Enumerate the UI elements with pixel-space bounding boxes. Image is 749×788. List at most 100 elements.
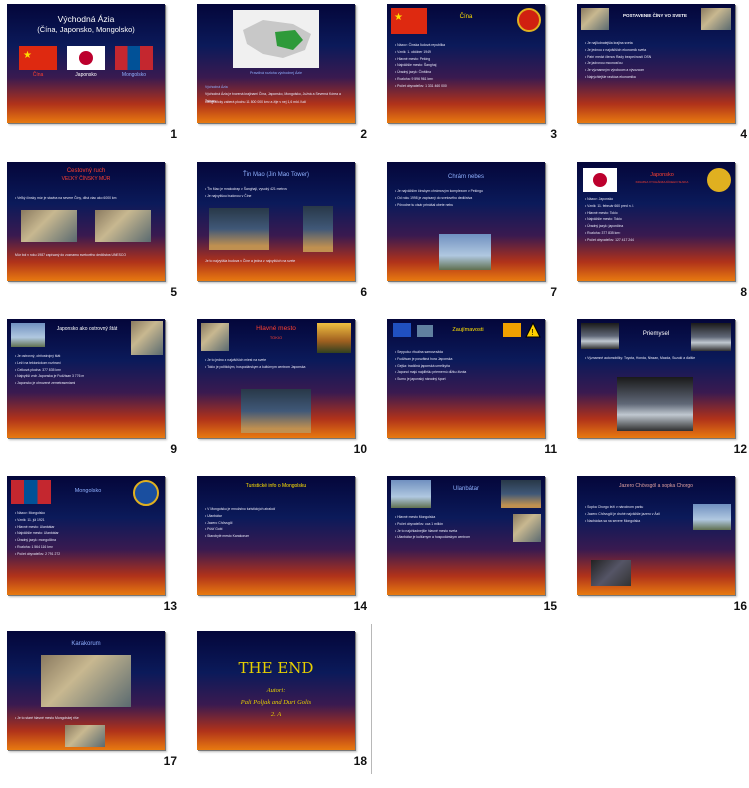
- slide-title: Japonsko ako ostrovný štát: [56, 326, 118, 332]
- photo-image: [701, 8, 731, 30]
- slide-canvas: ★ Čína Názov: Čínska ľudová republikaVzn…: [387, 4, 545, 123]
- slide-number: 2: [360, 127, 367, 141]
- mount-fuji-image: [11, 323, 45, 347]
- slide-canvas: Japonsko ako ostrovný štát Je ostrovný, …: [7, 319, 165, 438]
- slide-title: Jazero Chövsgöl a sopka Chorgo: [619, 483, 693, 489]
- bullet-list: V Mongolsku je množstvo turistických atr…: [205, 506, 350, 540]
- slide-subtitle: (Čína, Japonsko, Mongolsko): [37, 25, 135, 34]
- mongolia-flag-icon: [11, 480, 51, 504]
- mongolia-flag-icon: [115, 46, 153, 70]
- authors-class: 2. A: [270, 711, 282, 718]
- slide-footer: Je to najvyššia budova v Číne a jedna z …: [205, 259, 296, 263]
- slide-number: 12: [733, 442, 747, 456]
- car-image: [691, 323, 731, 351]
- photo-image: [417, 325, 433, 337]
- slide-canvas: THE END Autori: Pali Poljak and Duri Gol…: [197, 631, 355, 750]
- slide-number: 8: [740, 285, 747, 299]
- slide-number: 5: [170, 285, 177, 299]
- photo-image: [503, 323, 521, 337]
- bullet-list: Veľký čínsky múr je stavba na severe Čín…: [15, 195, 160, 202]
- slide-title: Turistické info o Mongolsku: [245, 483, 307, 489]
- slide-heading: Východná Ázia: [205, 85, 228, 89]
- slide-canvas: Ulanbátar Hlavné mesto MongolskaPočet ob…: [387, 476, 545, 595]
- warning-icon: !: [525, 321, 541, 338]
- monastery-image: [65, 725, 105, 747]
- label-japan: Japonsko: [75, 72, 97, 78]
- bullet-list: Je najväčším čínskym chrámovým komplexom…: [395, 188, 540, 208]
- china-flag-icon: ★: [391, 8, 427, 34]
- imperial-seal-icon: [707, 168, 731, 192]
- slide-canvas: Východná Ázia (Čína, Japonsko, Mongolsko…: [7, 4, 165, 123]
- slide-subtitle: KRAJINA VYCHÁDZAJÚCEHO SLNKA: [635, 180, 689, 184]
- slide-title: POSTAVENIE ČÍNY VO SVETE: [622, 13, 687, 18]
- svg-text:!: !: [532, 328, 534, 337]
- volcano-image: [693, 504, 731, 530]
- tokyo-city-image: [241, 389, 311, 433]
- slide-subtitle: VEĽKÝ ČÍNSKY MÚR: [61, 176, 111, 182]
- slide-number: 18: [353, 754, 367, 768]
- svg-text:★: ★: [23, 50, 32, 61]
- svg-text:★: ★: [394, 12, 403, 23]
- city-image: [501, 480, 541, 508]
- slide-canvas: Zaujímavosti ! Seppuku: rituálna samovra…: [387, 319, 545, 438]
- slide-number: 14: [353, 599, 367, 613]
- slide-canvas: Hlavné mesto TOKIO Je to jedno z najväčš…: [197, 319, 355, 438]
- label-mongolia: Mongolsko: [121, 72, 147, 78]
- slide-subtitle: TOKIO: [269, 335, 283, 340]
- insertion-cursor: [371, 624, 372, 774]
- slide-number: 15: [543, 599, 557, 613]
- karakorum-image: [41, 655, 131, 707]
- temple-of-heaven-image: [439, 234, 491, 270]
- slide-title: Ťin Mao (Jin Mao Tower): [243, 172, 309, 178]
- bullet-list: Názov: Čínska ľudová republikaVznik: 1. …: [395, 42, 540, 90]
- bullet-list: Názov: JaponskoVznik: 11. február 660 pr…: [585, 196, 730, 244]
- bullet-list: Seppuku: rituálna samovraždaFudžisan je …: [395, 349, 540, 383]
- china-emblem-icon: [517, 8, 541, 32]
- slide-number: 16: [733, 599, 747, 613]
- slide-number: 13: [163, 599, 177, 613]
- sports-car-image: [617, 377, 693, 431]
- slide-title: Východná Ázia: [57, 14, 115, 24]
- bullet-list: Je to staré hlavné mesto Mongolskej ríše: [15, 715, 160, 722]
- slide-title: Chrám nebes: [447, 174, 485, 180]
- slide-footer: Múr bol v roku 1987 zapísaný do zoznamu …: [15, 253, 127, 257]
- slide-number: 7: [550, 285, 557, 299]
- ulaanbaatar-image: [391, 480, 431, 508]
- bullet-list: Významné automobilky: Toyota, Honda, Nis…: [585, 355, 730, 362]
- slide-number: 4: [740, 127, 747, 141]
- photo-image: [131, 321, 163, 355]
- bullet-list: Hlavné mesto MongolskaPočet obyvateľov: …: [395, 514, 510, 541]
- japan-flag-icon: [67, 46, 105, 70]
- bullet-list: Je ostrovný, ohňostrojný štátLeží na tek…: [15, 353, 160, 387]
- car-image: [581, 323, 619, 349]
- slide-title: Priemysel: [642, 331, 670, 337]
- authors-names: Pali Poljak and Duri Golis: [240, 699, 312, 706]
- photo-image: [581, 8, 609, 30]
- slide-number: 10: [353, 442, 367, 456]
- slide-title: Zaujímavosti: [452, 327, 484, 333]
- slide-number: 3: [550, 127, 557, 141]
- slide-canvas: Jazero Chövsgöl a sopka Chorgo Sopka Cho…: [577, 476, 735, 595]
- japan-flag-icon: [583, 168, 617, 192]
- slide-text-2: Geograficky zaberá plochu 11 800 000 km²…: [205, 100, 307, 104]
- temple-image: [317, 323, 351, 353]
- slide-canvas: POSTAVENIE ČÍNY VO SVETE Je najľudnatejš…: [577, 4, 735, 123]
- jin-mao-tower-image: [209, 208, 269, 250]
- slide-title: Cestovný ruch: [66, 168, 106, 174]
- authors-heading: Autori:: [266, 687, 286, 694]
- great-wall-image: [21, 210, 77, 242]
- slide-title: Ulanbátar: [452, 486, 479, 492]
- slide-canvas: Japonsko KRAJINA VYCHÁDZAJÚCEHO SLNKA Ná…: [577, 162, 735, 281]
- bullet-list: Je to jedno z najväčších miest na sveteT…: [205, 357, 350, 371]
- slide-number: 9: [170, 442, 177, 456]
- slide-title: Čína: [459, 14, 473, 20]
- building-icon: [393, 323, 411, 337]
- slide-number: 17: [163, 754, 177, 768]
- slide-canvas: Cestovný ruch VEĽKÝ ČÍNSKY MÚR Veľký čín…: [7, 162, 165, 281]
- asia-map-image: [233, 10, 319, 68]
- bullet-list: Sopka Chorgo leží v národnom parkuJazero…: [585, 504, 690, 524]
- map-caption: Pravdivá rozloha východnej Ázie: [250, 71, 302, 75]
- slide-canvas: Turistické info o Mongolsku V Mongolsku …: [197, 476, 355, 595]
- lake-image: [591, 560, 631, 586]
- slide-number: 1: [170, 127, 177, 141]
